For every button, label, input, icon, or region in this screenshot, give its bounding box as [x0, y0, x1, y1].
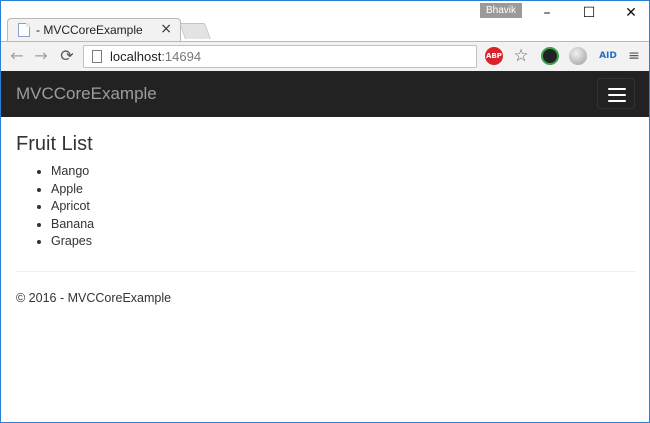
reload-icon[interactable]: ⟳: [57, 46, 77, 66]
extension-circle-icon[interactable]: [541, 47, 559, 65]
main-content: Fruit List Mango Apple Apricot Banana Gr…: [16, 133, 636, 251]
hamburger-icon: [608, 94, 626, 96]
navbar-toggle-button[interactable]: [597, 78, 635, 109]
list-item: Mango: [51, 163, 636, 181]
bookmark-star-icon[interactable]: ☆: [512, 47, 530, 65]
adblock-plus-icon[interactable]: ABP: [485, 47, 503, 65]
hamburger-icon: [608, 100, 626, 102]
minimize-button[interactable]: –: [525, 1, 569, 27]
list-item: Banana: [51, 216, 636, 234]
url-host: localhost: [110, 49, 162, 64]
browser-tab[interactable]: - MVCCoreExample ×: [7, 18, 181, 41]
page-title: Fruit List: [16, 133, 93, 155]
browser-toolbar: ← → ⟳ localhost:14694 ABP ☆ AID ≡: [1, 41, 649, 71]
footer-text: © 2016 - MVCCoreExample: [16, 291, 172, 305]
list-item: Apricot: [51, 198, 636, 216]
extension-sphere-icon[interactable]: [569, 47, 587, 65]
fruit-list: Mango Apple Apricot Banana Grapes: [16, 163, 636, 251]
close-window-button[interactable]: ✕: [609, 1, 649, 27]
browser-window: - MVCCoreExample × Bhavik – ☐ ✕ ← → ⟳ lo…: [0, 0, 650, 423]
back-arrow-icon[interactable]: ←: [7, 46, 27, 66]
site-navbar: MVCCoreExample: [1, 71, 649, 117]
url-text[interactable]: localhost:14694: [110, 49, 201, 64]
chrome-menu-icon[interactable]: ≡: [625, 47, 643, 65]
forward-arrow-icon[interactable]: →: [31, 46, 51, 66]
tab-close-icon[interactable]: ×: [160, 21, 172, 37]
tab-title: - MVCCoreExample: [36, 23, 143, 37]
profile-badge[interactable]: Bhavik: [480, 3, 522, 18]
page-icon: [92, 50, 102, 63]
list-item: Apple: [51, 181, 636, 199]
footer-divider: [16, 271, 636, 272]
maximize-button[interactable]: ☐: [567, 1, 611, 27]
navbar-brand[interactable]: MVCCoreExample: [16, 84, 157, 104]
address-bar[interactable]: localhost:14694: [83, 45, 477, 68]
page-favicon-icon: [18, 23, 30, 37]
tab-strip: - MVCCoreExample × Bhavik – ☐ ✕: [1, 1, 649, 41]
aid-extension-icon[interactable]: AID: [597, 47, 619, 65]
new-tab-button[interactable]: [179, 23, 211, 39]
list-item: Grapes: [51, 233, 636, 251]
hamburger-icon: [608, 88, 626, 90]
url-port: :14694: [161, 49, 202, 64]
